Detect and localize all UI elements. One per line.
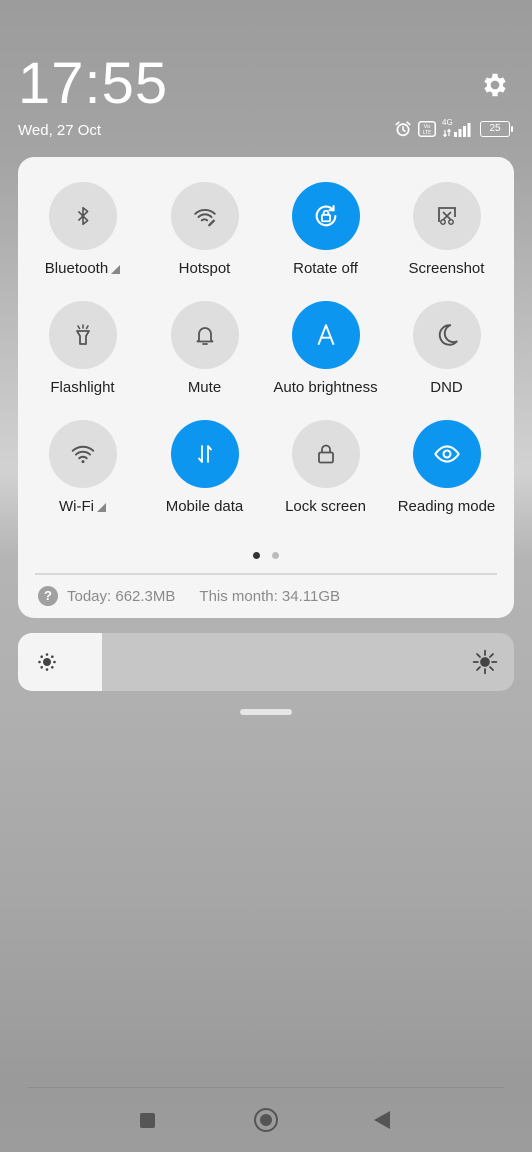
- tile-label: Auto brightness: [273, 379, 378, 396]
- tile-auto-brightness[interactable]: Auto brightness: [265, 301, 386, 396]
- status-time: 17:55: [18, 51, 169, 116]
- hotspot-icon: [170, 182, 239, 250]
- signal-icon: 4G: [442, 118, 474, 137]
- rotate-lock-icon: [291, 182, 360, 250]
- mobile-data-icon: [170, 420, 239, 488]
- battery-icon: 25: [480, 121, 513, 137]
- brightness-fill: [18, 633, 103, 691]
- gear-icon[interactable]: [480, 70, 510, 100]
- eye-icon: [412, 420, 481, 488]
- volte-icon: Vo LTE: [418, 121, 436, 137]
- tile-label: Reading mode: [397, 498, 496, 515]
- status-date: Wed, 27 Oct: [18, 122, 102, 139]
- tile-label: Rotate off: [293, 260, 358, 277]
- quick-settings-panel: Bluetooth Hotspot Rotate off Screenshot …: [18, 157, 514, 618]
- bell-icon: [170, 301, 239, 369]
- tile-bluetooth[interactable]: Bluetooth: [22, 182, 143, 277]
- tile-mobile-data[interactable]: Mobile data: [144, 420, 265, 515]
- tile-label: Mobile data: [165, 498, 244, 515]
- tile-label: DND: [430, 379, 463, 396]
- status-bar-icons: Vo LTE 4G 25: [394, 118, 513, 138]
- flashlight-icon: [48, 301, 117, 369]
- lock-icon: [291, 420, 360, 488]
- divider: [35, 573, 497, 575]
- wifi-icon: [48, 420, 117, 488]
- tile-label: Hotspot: [178, 260, 231, 277]
- drag-handle[interactable]: [240, 709, 292, 715]
- tile-label: Screenshot: [408, 260, 485, 277]
- more-indicator-icon: [111, 265, 121, 274]
- tile-screenshot[interactable]: Screenshot: [386, 182, 507, 277]
- page-dot-active[interactable]: [253, 552, 260, 559]
- recents-icon[interactable]: [140, 1113, 155, 1128]
- screenshot-icon: [412, 182, 481, 250]
- more-indicator-icon: [96, 503, 106, 512]
- brightness-high-icon: [472, 649, 498, 675]
- bluetooth-icon: [48, 182, 117, 250]
- page-indicator: [18, 546, 514, 564]
- page-dot[interactable]: [272, 552, 279, 559]
- tile-rotate[interactable]: Rotate off: [265, 182, 386, 277]
- tile-flashlight[interactable]: Flashlight: [22, 301, 143, 396]
- svg-text:LTE: LTE: [423, 130, 431, 136]
- usage-today: Today: 662.3MB: [67, 587, 176, 605]
- nav-divider: [28, 1087, 504, 1088]
- tile-lock-screen[interactable]: Lock screen: [265, 420, 386, 515]
- brightness-low-icon: [38, 653, 56, 671]
- tile-mute[interactable]: Mute: [144, 301, 265, 396]
- data-usage[interactable]: ? Today: 662.3MB This month: 34.11GB: [38, 586, 340, 606]
- tile-label: Lock screen: [285, 498, 366, 515]
- tile-label: Wi-Fi: [59, 498, 94, 515]
- moon-icon: [412, 301, 481, 369]
- back-icon[interactable]: [374, 1111, 390, 1129]
- brightness-slider[interactable]: [18, 633, 514, 691]
- tile-label: Bluetooth: [44, 260, 109, 277]
- help-icon: ?: [38, 586, 58, 606]
- tile-reading-mode[interactable]: Reading mode: [386, 420, 507, 515]
- tile-hotspot[interactable]: Hotspot: [144, 182, 265, 277]
- tile-label: Flashlight: [50, 379, 115, 396]
- tile-wifi[interactable]: Wi-Fi: [22, 420, 143, 515]
- tile-dnd[interactable]: DND: [386, 301, 507, 396]
- alarm-icon: [395, 121, 411, 137]
- auto-brightness-icon: [291, 301, 360, 369]
- home-icon[interactable]: [254, 1108, 278, 1132]
- usage-month: This month: 34.11GB: [199, 587, 341, 605]
- tile-label: Mute: [187, 379, 222, 396]
